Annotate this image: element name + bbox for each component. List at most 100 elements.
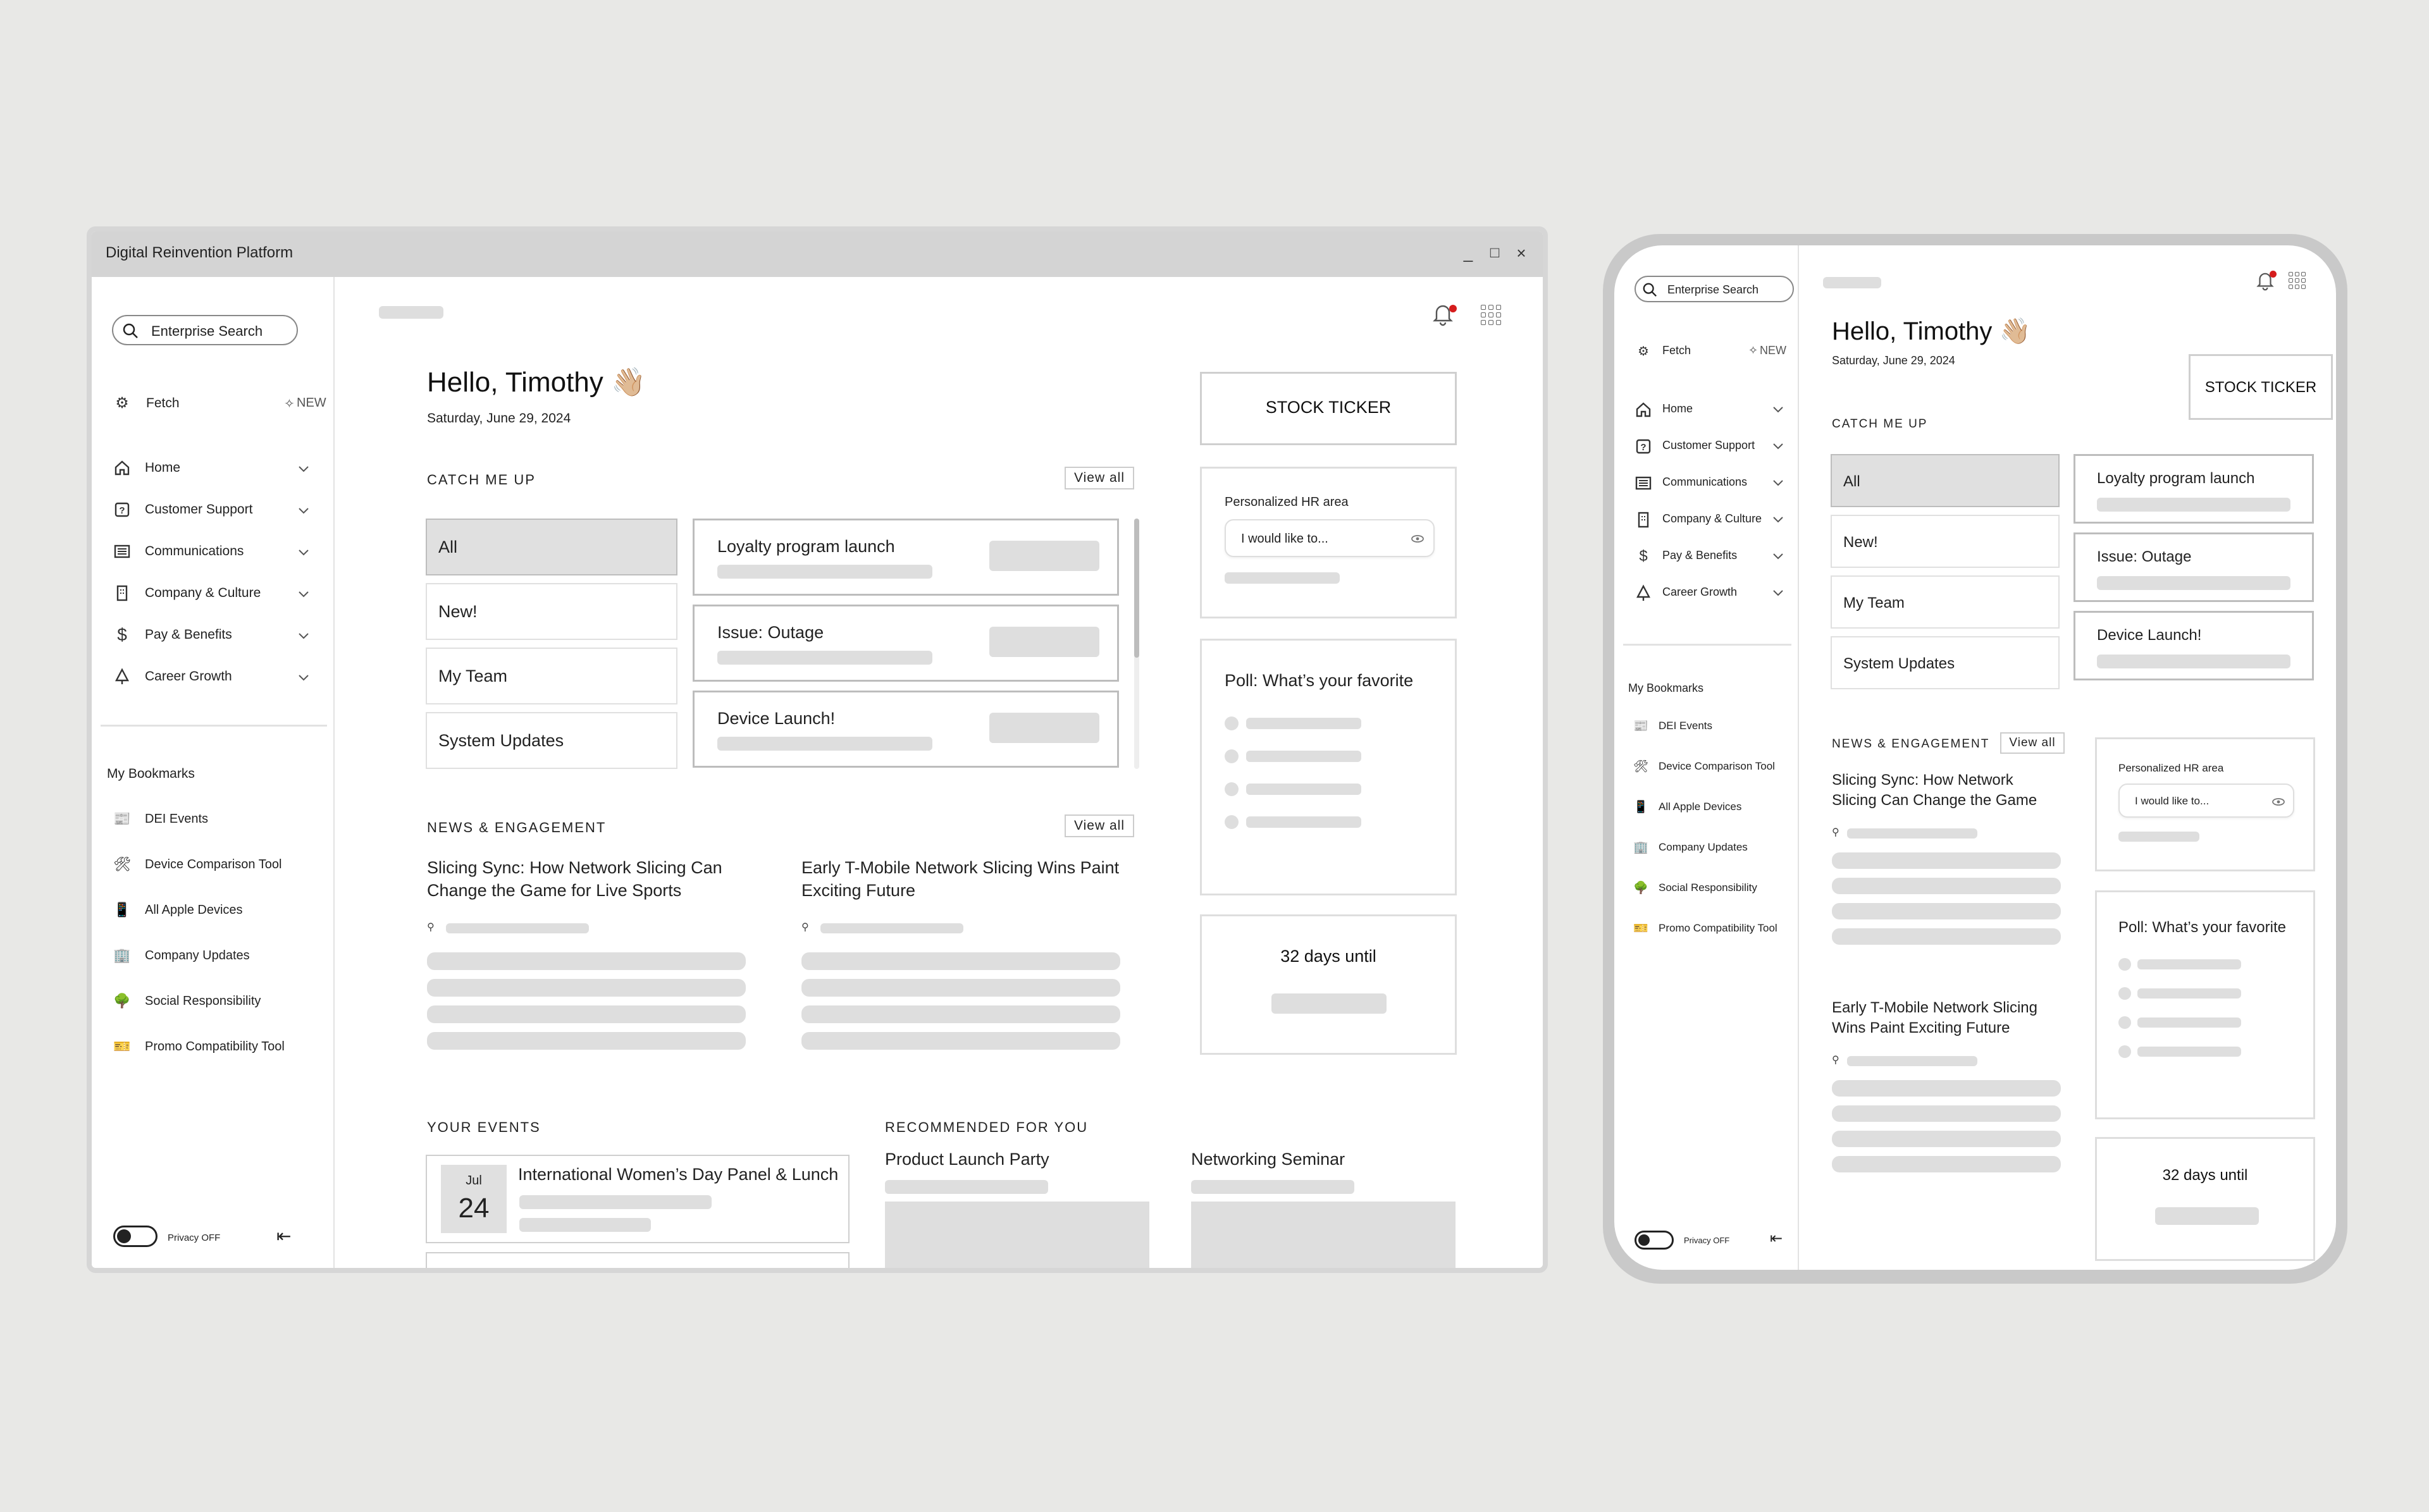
chevron-down-icon[interactable]: [1771, 549, 1785, 563]
poll-option-radio[interactable]: [1225, 749, 1239, 763]
bookmark-all-apple-devices[interactable]: 📱 All Apple Devices: [1633, 799, 1798, 816]
sidebar-item-home[interactable]: Home: [1635, 401, 1786, 417]
fetch-item[interactable]: ⚙ Fetch ✧ NEW: [1635, 343, 1786, 359]
hr-input[interactable]: I would like to...: [2118, 784, 2294, 818]
news-view-all-button[interactable]: View all: [2000, 732, 2065, 754]
bookmark-dei-events[interactable]: 📰 DEI Events: [1633, 718, 1798, 735]
chevron-down-icon[interactable]: [1771, 586, 1785, 599]
event-card[interactable]: Jul 24 International Women’s Day Panel &…: [426, 1155, 850, 1243]
scrollbar-thumb[interactable]: [1134, 519, 1139, 658]
bookmark-device-comparison-tool[interactable]: 🛠 Device Comparison Tool: [113, 856, 322, 875]
poll-option-radio[interactable]: [2118, 1045, 2131, 1058]
chevron-down-icon[interactable]: [297, 503, 311, 517]
sidebar-item-customer-support[interactable]: ? Customer Support: [1635, 438, 1786, 454]
sidebar-item-pay-benefits[interactable]: $ Pay & Benefits: [113, 626, 316, 645]
recommended-item-title[interactable]: Networking Seminar: [1191, 1150, 1345, 1169]
filter-my-team[interactable]: My Team: [426, 648, 677, 704]
filter-new[interactable]: New!: [426, 583, 677, 640]
poll-option-radio[interactable]: [1225, 716, 1239, 730]
bookmark-device-comparison-tool[interactable]: 🛠 Device Comparison Tool: [1633, 759, 1798, 775]
poll-widget: Poll: What’s your favorite: [1200, 639, 1457, 895]
poll-option-placeholder: [2137, 1047, 2241, 1057]
hr-title: Personalized HR area: [1225, 495, 1349, 509]
hr-input[interactable]: I would like to...: [1225, 519, 1435, 557]
sidebar-item-career-growth[interactable]: Career Growth: [113, 668, 316, 687]
sidebar-item-pay-benefits[interactable]: $ Pay & Benefits: [1635, 548, 1786, 565]
chevron-down-icon[interactable]: [1771, 439, 1785, 453]
apps-grid-icon[interactable]: [2289, 272, 2306, 289]
sidebar-item-company-culture[interactable]: Company & Culture: [1635, 511, 1786, 528]
stock-ticker-widget[interactable]: STOCK TICKER: [1200, 372, 1457, 445]
apps-grid-icon[interactable]: [1481, 305, 1501, 325]
bookmark-social-responsibility[interactable]: 🌳 Social Responsibility: [113, 993, 322, 1012]
poll-option-radio[interactable]: [2118, 987, 2131, 1000]
chevron-down-icon[interactable]: [297, 587, 311, 601]
bookmark-label: Social Responsibility: [145, 994, 261, 1008]
bookmark-dei-events[interactable]: 📰 DEI Events: [113, 811, 322, 830]
bookmark-promo-compatibility-tool[interactable]: 🎫 Promo Compatibility Tool: [1633, 921, 1798, 937]
collapse-sidebar-icon[interactable]: ⇤: [1770, 1229, 1783, 1248]
maximize-button[interactable]: □: [1485, 243, 1505, 263]
eye-icon[interactable]: [1411, 533, 1425, 544]
filter-system-updates[interactable]: System Updates: [426, 712, 677, 769]
bookmark-promo-compatibility-tool[interactable]: 🎫 Promo Compatibility Tool: [113, 1038, 322, 1057]
bookmark-social-responsibility[interactable]: 🌳 Social Responsibility: [1633, 880, 1798, 897]
chevron-down-icon[interactable]: [1771, 512, 1785, 526]
sparkle-icon: ✧: [284, 397, 295, 411]
chevron-down-icon[interactable]: [1771, 476, 1785, 489]
text-placeholder: [1832, 1131, 2061, 1147]
close-button[interactable]: ×: [1511, 243, 1531, 263]
privacy-toggle[interactable]: [1635, 1231, 1674, 1250]
poll-option-placeholder: [1246, 816, 1361, 828]
fetch-label: Fetch: [1662, 344, 1691, 357]
search-input[interactable]: Enterprise Search: [1635, 276, 1794, 302]
recommended-title: RECOMMENDED FOR YOU: [885, 1119, 1089, 1135]
bookmark-company-updates[interactable]: 🏢 Company Updates: [113, 947, 322, 966]
bookmark-company-updates[interactable]: 🏢 Company Updates: [1633, 840, 1798, 856]
privacy-toggle[interactable]: [113, 1226, 158, 1247]
search-input[interactable]: Enterprise Search: [112, 315, 298, 345]
poll-option-radio[interactable]: [2118, 958, 2131, 971]
catch-up-card[interactable]: Loyalty program launch: [693, 519, 1119, 596]
news-article-title[interactable]: Early T-Mobile Network Slicing Wins Pain…: [1832, 998, 2060, 1038]
catch-up-view-all-button[interactable]: View all: [1065, 467, 1134, 489]
poll-option-radio[interactable]: [2118, 1016, 2131, 1029]
catch-up-card[interactable]: Device Launch!: [2074, 611, 2314, 680]
sidebar-item-home[interactable]: Home: [113, 459, 316, 478]
chevron-down-icon[interactable]: [1771, 402, 1785, 416]
fetch-item[interactable]: ⚙ Fetch ✧ NEW: [113, 395, 326, 414]
bookmark-all-apple-devices[interactable]: 📱 All Apple Devices: [113, 902, 322, 921]
stock-ticker-widget[interactable]: STOCK TICKER: [2189, 354, 2333, 420]
filter-new[interactable]: New!: [1831, 515, 2060, 568]
chevron-down-icon[interactable]: [297, 629, 311, 642]
sidebar-item-communications[interactable]: Communications: [113, 543, 316, 562]
poll-option-radio[interactable]: [1225, 815, 1239, 829]
catch-up-card[interactable]: Loyalty program launch: [2074, 454, 2314, 524]
collapse-sidebar-icon[interactable]: ⇤: [276, 1226, 291, 1246]
minimize-button[interactable]: _: [1458, 243, 1478, 263]
catch-up-card[interactable]: Issue: Outage: [2074, 532, 2314, 602]
catch-up-scrollbar-track[interactable]: [1134, 519, 1139, 769]
sidebar-item-career-growth[interactable]: Career Growth: [1635, 584, 1786, 601]
catch-up-card[interactable]: Device Launch!: [693, 691, 1119, 768]
tree-icon: 🌳: [113, 993, 131, 1009]
news-article-title[interactable]: Slicing Sync: How Network Slicing Can Ch…: [1832, 770, 2060, 811]
chevron-down-icon[interactable]: [297, 545, 311, 559]
filter-system-updates[interactable]: System Updates: [1831, 636, 2060, 689]
sidebar-item-communications[interactable]: Communications: [1635, 474, 1786, 491]
news-view-all-button[interactable]: View all: [1065, 814, 1134, 837]
news-article-title[interactable]: Early T-Mobile Network Slicing Wins Pain…: [801, 856, 1143, 902]
catch-up-card[interactable]: Issue: Outage: [693, 605, 1119, 682]
sidebar-item-customer-support[interactable]: ? Customer Support: [113, 501, 316, 520]
chevron-down-icon[interactable]: [297, 462, 311, 476]
event-card[interactable]: [426, 1252, 850, 1268]
filter-my-team[interactable]: My Team: [1831, 575, 2060, 629]
recommended-item-title[interactable]: Product Launch Party: [885, 1150, 1049, 1169]
news-article-title[interactable]: Slicing Sync: How Network Slicing Can Ch…: [427, 856, 769, 902]
filter-all[interactable]: All: [1831, 454, 2060, 507]
sidebar-item-company-culture[interactable]: Company & Culture: [113, 584, 316, 603]
chevron-down-icon[interactable]: [297, 670, 311, 684]
poll-option-radio[interactable]: [1225, 782, 1239, 796]
filter-all[interactable]: All: [426, 519, 677, 575]
eye-icon[interactable]: [2271, 796, 2285, 808]
